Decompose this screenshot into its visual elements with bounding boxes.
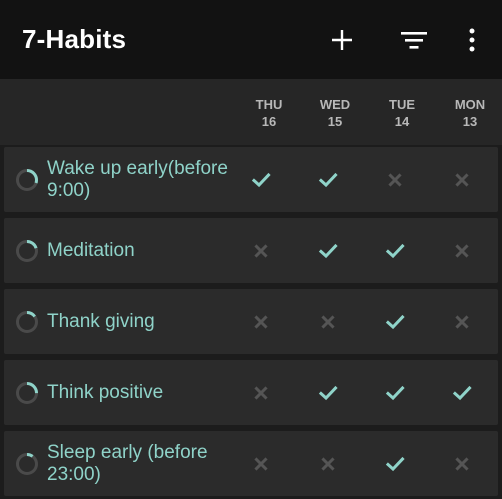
filter-button[interactable] — [394, 20, 434, 60]
habit-row[interactable]: Meditation — [4, 218, 498, 283]
add-habit-button[interactable] — [322, 20, 362, 60]
habit-check-cell-missed[interactable] — [365, 147, 425, 212]
habit-check-cell-done[interactable] — [298, 147, 358, 212]
habit-name[interactable]: Thank giving — [47, 289, 247, 354]
check-icon — [385, 385, 405, 400]
habit-score-ring-icon — [16, 240, 38, 262]
check-icon — [318, 172, 338, 187]
habit-check-cell-done[interactable] — [432, 360, 492, 425]
habit-score-ring-icon — [16, 453, 38, 475]
cross-icon — [455, 172, 469, 187]
day-date: 13 — [462, 114, 478, 129]
more-vert-icon — [469, 28, 475, 52]
habit-check-cell-missed[interactable] — [432, 218, 492, 283]
habit-row[interactable]: Wake up early(before 9:00) — [4, 147, 498, 212]
habit-check-cell-missed[interactable] — [231, 431, 291, 496]
habit-row[interactable]: Sleep early (before 23:00) — [4, 431, 498, 496]
habit-check-cell-missed[interactable] — [432, 431, 492, 496]
habit-name[interactable]: Think positive — [47, 360, 247, 425]
habit-check-cell-missed[interactable] — [432, 147, 492, 212]
cross-icon — [254, 243, 268, 258]
overflow-menu-button[interactable] — [452, 20, 492, 60]
cross-icon — [254, 314, 268, 329]
habit-check-cell-missed[interactable] — [298, 289, 358, 354]
day-header-tue: TUE 14 — [372, 96, 432, 130]
day-name: MON — [454, 97, 486, 112]
cross-icon — [321, 314, 335, 329]
check-icon — [251, 172, 271, 187]
day-header-thu: THU 16 — [239, 96, 299, 130]
filter-icon — [401, 32, 427, 49]
cross-icon — [455, 456, 469, 471]
habit-check-cell-done[interactable] — [365, 431, 425, 496]
check-icon — [318, 243, 338, 258]
app-bar: 7-Habits — [0, 0, 502, 79]
day-name: THU — [255, 97, 283, 112]
cross-icon — [321, 456, 335, 471]
day-name: TUE — [389, 97, 415, 112]
habit-check-cell-done[interactable] — [365, 218, 425, 283]
cross-icon — [254, 385, 268, 400]
habit-check-cell-done[interactable] — [231, 147, 291, 212]
app-title: 7-Habits — [22, 24, 127, 54]
habit-row[interactable]: Think positive — [4, 360, 498, 425]
habit-score-ring-icon — [16, 382, 38, 404]
plus-icon — [332, 30, 352, 50]
check-icon — [385, 243, 405, 258]
cross-icon — [455, 314, 469, 329]
habit-check-cell-done[interactable] — [298, 218, 358, 283]
habit-check-cell-missed[interactable] — [432, 289, 492, 354]
check-icon — [318, 385, 338, 400]
check-icon — [385, 456, 405, 471]
habit-score-ring-icon — [16, 169, 38, 191]
day-date: 14 — [394, 114, 410, 129]
check-icon — [385, 314, 405, 329]
day-name: WED — [319, 97, 351, 112]
habit-name[interactable]: Wake up early(before 9:00) — [47, 147, 247, 212]
habit-check-cell-missed[interactable] — [231, 218, 291, 283]
cross-icon — [388, 172, 402, 187]
cross-icon — [254, 456, 268, 471]
day-date: 15 — [327, 114, 343, 129]
day-header-mon: MON 13 — [440, 96, 500, 130]
habit-check-cell-missed[interactable] — [298, 431, 358, 496]
habit-check-cell-missed[interactable] — [231, 289, 291, 354]
habit-score-ring-icon — [16, 311, 38, 333]
habit-name[interactable]: Meditation — [47, 218, 247, 283]
day-header-wed: WED 15 — [305, 96, 365, 130]
day-date: 16 — [261, 114, 277, 129]
habit-check-cell-done[interactable] — [298, 360, 358, 425]
check-icon — [452, 385, 472, 400]
habit-check-cell-done[interactable] — [365, 289, 425, 354]
habit-row[interactable]: Thank giving — [4, 289, 498, 354]
habit-check-cell-done[interactable] — [365, 360, 425, 425]
habit-name[interactable]: Sleep early (before 23:00) — [47, 431, 247, 496]
habit-check-cell-missed[interactable] — [231, 360, 291, 425]
cross-icon — [455, 243, 469, 258]
